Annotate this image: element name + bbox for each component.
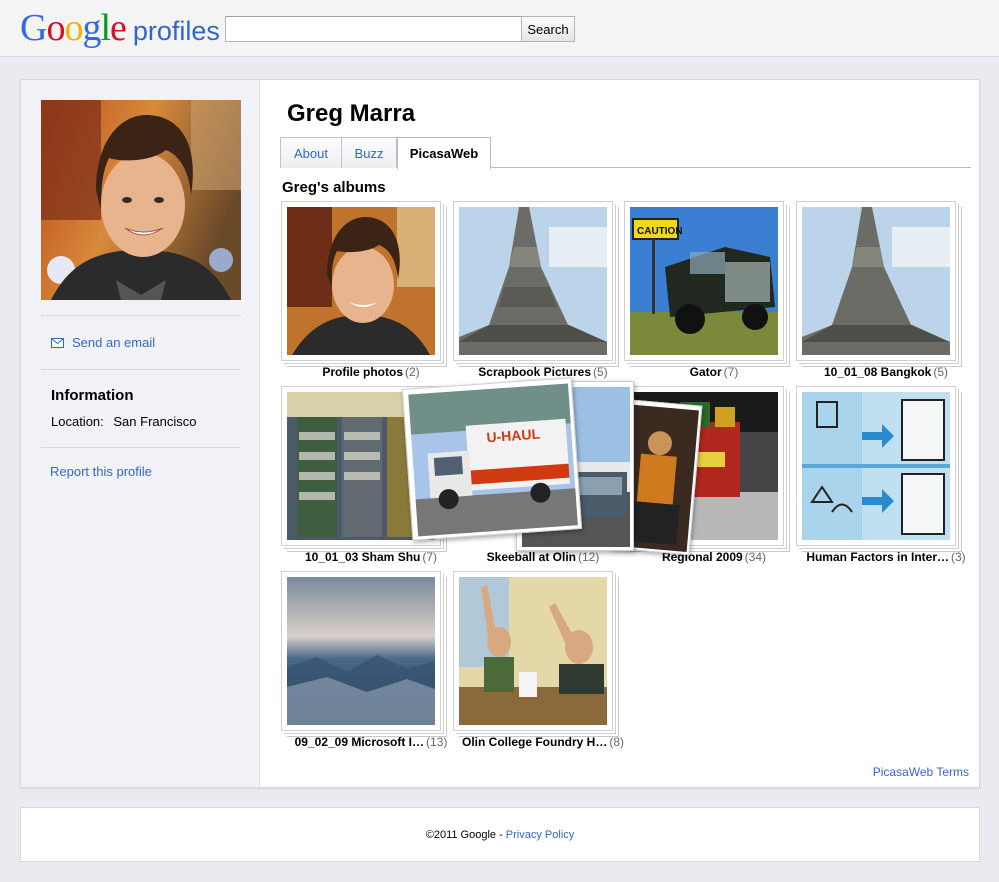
album-count: (5) xyxy=(933,365,949,379)
album-title: Scrapbook Pictures xyxy=(478,365,592,379)
information-heading: Information xyxy=(51,387,134,404)
sidebar-divider xyxy=(41,447,241,448)
album-thumbnail[interactable]: CAUTION xyxy=(624,201,784,361)
album-title: Profile photos xyxy=(322,365,403,379)
location-label: Location: xyxy=(51,414,104,429)
tab-about[interactable]: About xyxy=(280,137,342,168)
logo-letter: e xyxy=(110,7,127,49)
album-count: (5) xyxy=(593,365,608,379)
search-button[interactable]: Search xyxy=(521,16,575,42)
album-title: Skeeball at Olin xyxy=(486,550,577,564)
album-count: (7) xyxy=(723,365,739,379)
album-thumbnail[interactable] xyxy=(453,571,613,731)
search-input[interactable] xyxy=(225,16,522,42)
album-thumbnail[interactable] xyxy=(796,201,956,361)
album-count: (13) xyxy=(426,735,448,749)
album-title: Gator xyxy=(689,365,722,379)
album-label[interactable]: Scrapbook Pictures (5) xyxy=(453,365,633,379)
album-count: (2) xyxy=(405,365,420,379)
send-email-label: Send an email xyxy=(72,335,156,350)
send-email-link[interactable]: Send an email xyxy=(51,335,155,350)
logo-letter: l xyxy=(100,7,111,49)
privacy-policy-link[interactable]: Privacy Policy xyxy=(506,829,574,841)
main-content: Greg Marra About Buzz PicasaWeb Greg's a… xyxy=(261,80,979,787)
sidebar-divider xyxy=(41,369,241,370)
tab-buzz[interactable]: Buzz xyxy=(341,137,397,168)
album-label[interactable]: 09_02_09 Microsoft I… (13) xyxy=(281,735,461,749)
album-count: (7) xyxy=(422,550,438,564)
location-value: San Francisco xyxy=(113,414,197,429)
album-count: (3) xyxy=(951,550,966,564)
svg-text:CAUTION: CAUTION xyxy=(637,226,683,237)
logo-letter: G xyxy=(20,7,47,49)
product-name: profiles xyxy=(132,16,220,46)
album-label[interactable]: Regional 2009 (34) xyxy=(624,550,804,564)
album-title: 09_02_09 Microsoft I… xyxy=(294,735,425,749)
albums-heading: Greg's albums xyxy=(282,179,386,196)
profile-name: Greg Marra xyxy=(287,100,416,127)
top-bar: Google profiles Search xyxy=(0,0,999,57)
album-label[interactable]: 10_01_08 Bangkok (5) xyxy=(796,365,976,379)
album-title: Olin College Foundry H… xyxy=(461,735,608,749)
tab-picasaweb[interactable]: PicasaWeb xyxy=(397,137,491,169)
logo-letter: o xyxy=(46,7,65,49)
logo-letter: o xyxy=(64,7,83,49)
album-spread-photo[interactable]: U-HAUL xyxy=(401,377,583,541)
album-title: 10_01_03 Sham Shu xyxy=(304,550,421,564)
album-thumbnail[interactable] xyxy=(281,201,441,361)
album-count: (12) xyxy=(578,550,600,564)
album-thumbnail[interactable] xyxy=(796,386,956,546)
album-thumbnail[interactable] xyxy=(281,571,441,731)
profile-tabs: About Buzz PicasaWeb xyxy=(280,137,971,169)
picasaweb-terms-link[interactable]: PicasaWeb Terms xyxy=(873,765,969,779)
profile-card: Send an email Information Location: San … xyxy=(20,79,980,788)
album-label[interactable]: 10_01_03 Sham Shu (7) xyxy=(281,550,461,564)
logo-letter: g xyxy=(82,7,101,49)
album-thumbnail[interactable] xyxy=(453,201,613,361)
album-count: (34) xyxy=(744,550,767,564)
google-logo-text: Google xyxy=(20,6,127,50)
album-label[interactable]: Profile photos (2) xyxy=(281,365,461,379)
footer: ©2011 Google - Privacy Policy xyxy=(20,807,980,862)
album-label[interactable]: Olin College Foundry H… (8) xyxy=(453,735,633,749)
mail-icon xyxy=(51,337,64,348)
location-row: Location: San Francisco xyxy=(51,414,196,429)
album-count: (8) xyxy=(609,735,624,749)
album-title: 10_01_08 Bangkok xyxy=(823,365,932,379)
album-label[interactable]: Human Factors in Inter… (3) xyxy=(796,550,976,564)
google-profiles-logo[interactable]: Google profiles xyxy=(20,6,220,50)
copyright-text: ©2011 Google - xyxy=(425,829,506,841)
album-title: Human Factors in Inter… xyxy=(806,550,949,564)
album-label[interactable]: Gator (7) xyxy=(624,365,804,379)
report-profile-link[interactable]: Report this profile xyxy=(50,464,152,479)
sidebar: Send an email Information Location: San … xyxy=(21,80,260,787)
avatar[interactable] xyxy=(41,100,241,300)
album-label[interactable]: Skeeball at Olin (12) xyxy=(453,550,633,564)
sidebar-divider xyxy=(41,315,241,316)
